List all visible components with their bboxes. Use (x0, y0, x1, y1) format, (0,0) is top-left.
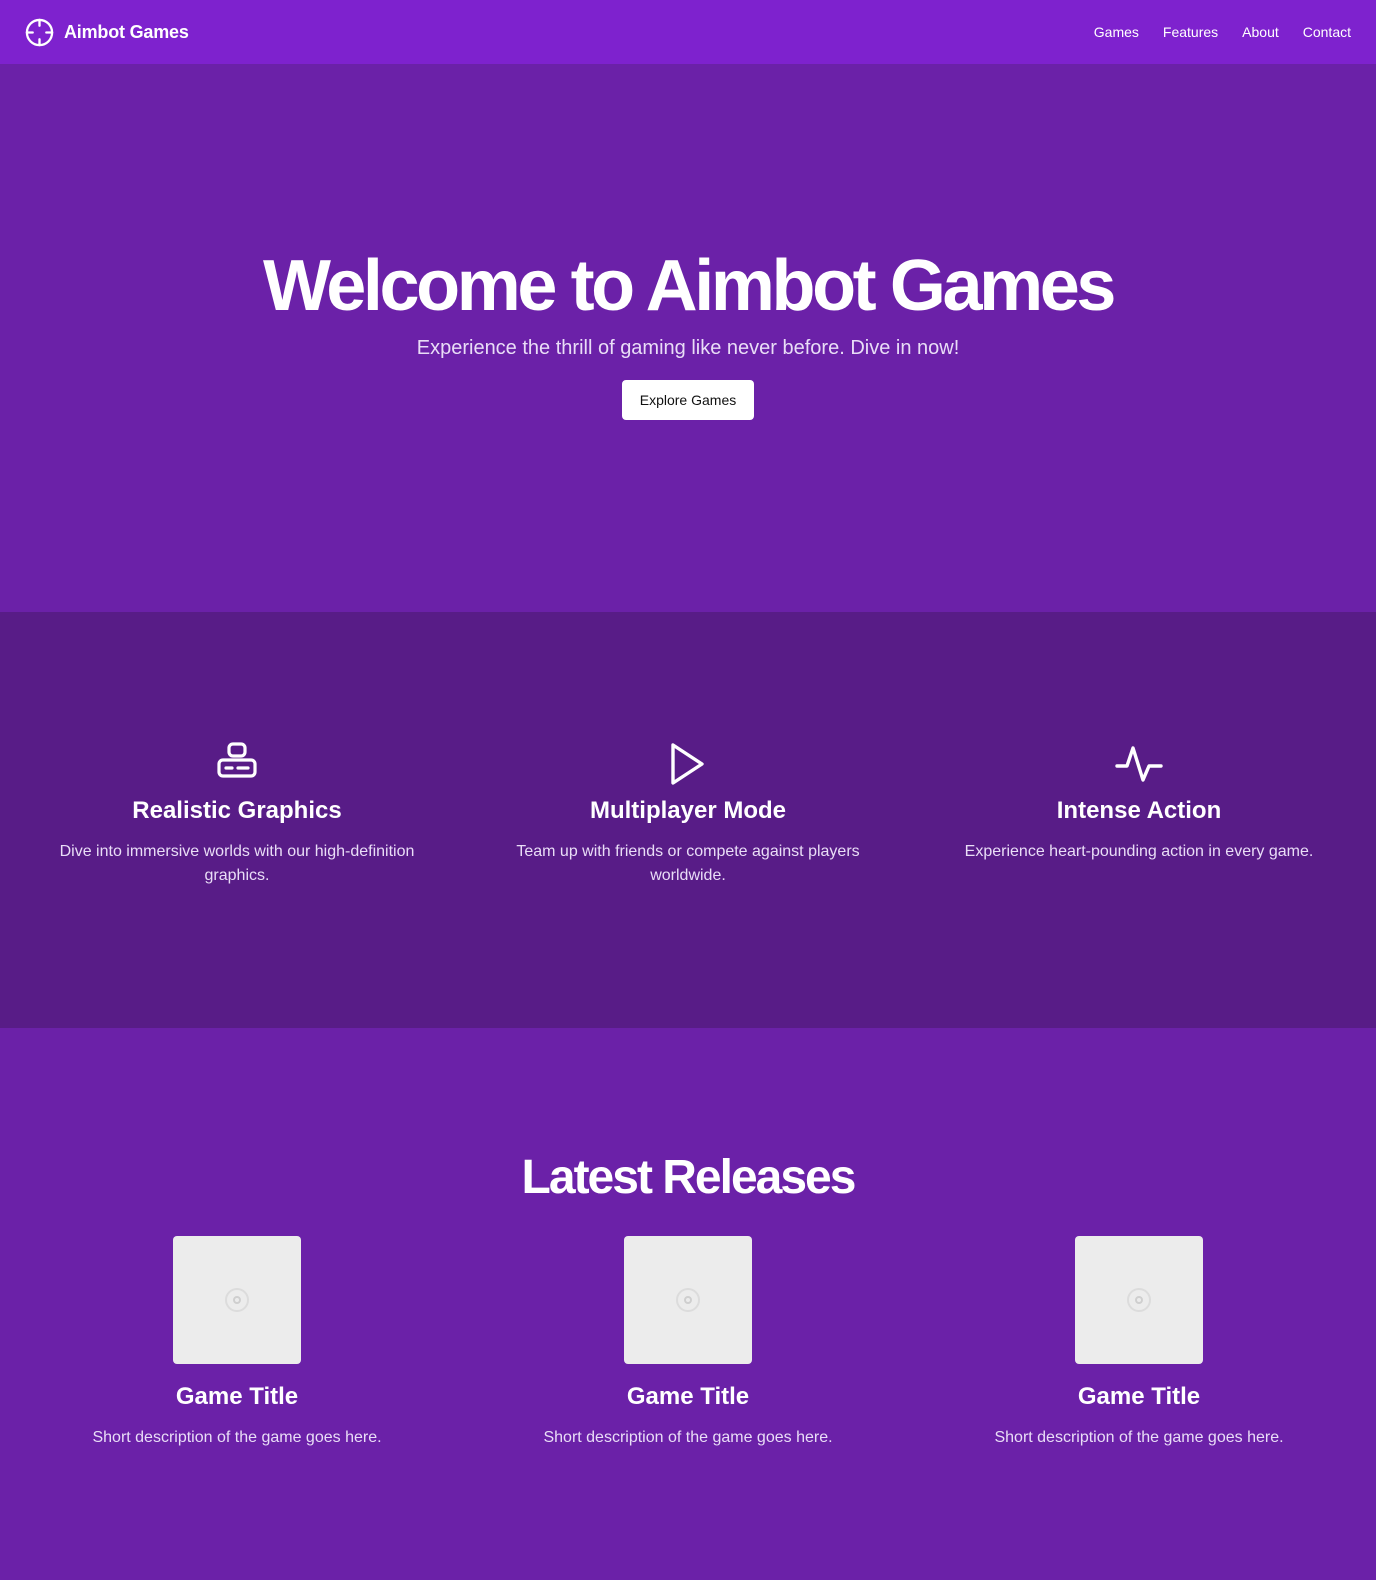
gamepad-icon (217, 742, 257, 778)
feature-title: Multiplayer Mode (589, 797, 787, 824)
game-description: Short description of the game goes here. (543, 1429, 833, 1446)
game-thumbnail[interactable] (173, 1236, 301, 1364)
loading-spinner-icon (676, 1288, 700, 1312)
hero-title: Welcome to Aimbot Games (263, 246, 1116, 326)
nav-link-about[interactable]: About (1242, 24, 1279, 40)
feature-card: Intense Action Experience heart-pounding… (929, 740, 1349, 864)
game-description: Short description of the game goes here. (92, 1429, 382, 1446)
game-card[interactable]: Game Title Short description of the game… (27, 1236, 447, 1450)
feature-description: Dive into immersive worlds with our high… (59, 843, 415, 884)
feature-description: Team up with friends or compete against … (516, 843, 860, 884)
explore-games-button[interactable]: Explore Games (622, 380, 754, 420)
hero-section: Welcome to Aimbot Games Experience the t… (0, 64, 1376, 612)
site-header: Aimbot Games Games Features About Contac… (0, 0, 1376, 64)
feature-title: Realistic Graphics (132, 797, 342, 824)
feature-card: Realistic Graphics Dive into immersive w… (27, 740, 447, 888)
game-title: Game Title (1077, 1383, 1201, 1410)
loading-spinner-icon (225, 1288, 249, 1312)
game-description: Short description of the game goes here. (994, 1429, 1284, 1446)
main-nav: Games Features About Contact (1094, 24, 1352, 40)
crosshair-icon (25, 18, 54, 46)
feature-title: Intense Action (1056, 797, 1222, 824)
game-card[interactable]: Game Title Short description of the game… (929, 1236, 1349, 1450)
play-icon (671, 743, 704, 785)
hero-subtitle: Experience the thrill of gaming like nev… (416, 337, 960, 359)
loading-spinner-icon (1127, 1288, 1151, 1312)
nav-link-features[interactable]: Features (1163, 24, 1218, 40)
section-title: Latest Releases (521, 1151, 857, 1204)
game-title: Game Title (175, 1383, 299, 1410)
game-card[interactable]: Game Title Short description of the game… (478, 1236, 898, 1450)
nav-link-contact[interactable]: Contact (1303, 24, 1351, 40)
game-title: Game Title (626, 1383, 750, 1410)
activity-icon (1115, 746, 1163, 782)
feature-description: Experience heart-pounding action in ever… (964, 843, 1314, 860)
feature-card: Multiplayer Mode Team up with friends or… (478, 740, 898, 888)
latest-releases-section: Latest Releases Game Title Short descrip… (0, 1028, 1376, 1580)
brand-name: Aimbot Games (64, 21, 189, 42)
game-thumbnail[interactable] (1075, 1236, 1203, 1364)
features-section: Realistic Graphics Dive into immersive w… (0, 612, 1376, 1028)
brand[interactable]: Aimbot Games (24, 17, 189, 48)
game-thumbnail[interactable] (624, 1236, 752, 1364)
nav-link-games[interactable]: Games (1094, 24, 1139, 40)
